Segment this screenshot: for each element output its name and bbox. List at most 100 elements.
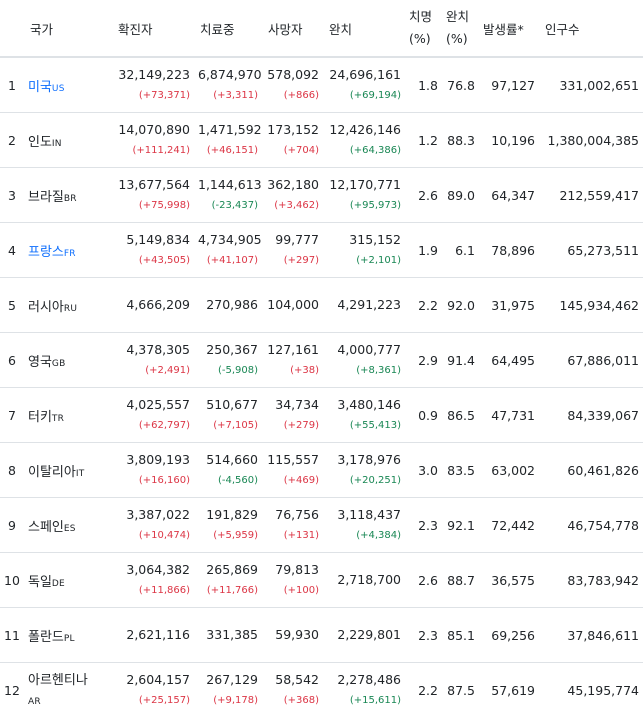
country-cell: 프랑스FR [24,223,112,278]
fatality-rate-header[interactable]: 치명(%) [405,0,442,57]
recovery-rate-cell: 89.0 [442,168,479,223]
recovered-cell: 315,152(+2,101) [323,223,405,278]
active-cell: 4,734,905(+41,107) [194,223,262,278]
table-row: 6영국GB4,378,305(+2,491)250,367(-5,908)127… [0,333,643,388]
recovery-rate-cell: 88.7 [442,553,479,608]
recovered-cell: 12,426,146(+64,386) [323,113,405,168]
rank-number: 12 [4,683,20,698]
recovered-cell-change: (+69,194) [327,86,401,106]
country-name: 아르헨티나 [28,673,88,688]
active-cell: 510,677(+7,105) [194,388,262,443]
population-value: 331,002,651 [559,78,639,93]
deaths-cell-change: (+279) [266,416,319,436]
recovered-cell-value: 4,291,223 [327,294,401,316]
confirmed-cell-value: 4,378,305 [116,339,190,361]
country-code[interactable]: US [52,84,65,94]
recovered-header[interactable]: 완치 [323,0,405,57]
recovery-rate-value: 6.1 [455,243,475,258]
active-cell-value: 265,869 [198,559,258,581]
confirmed-cell-change: (+75,998) [116,196,190,216]
deaths-cell-change: (+3,462) [266,196,319,216]
deaths-cell-change: (+469) [266,471,319,491]
confirmed-cell-change: (+10,474) [116,526,190,546]
recovered-cell-value: 12,426,146 [327,119,401,141]
deaths-header[interactable]: 사망자 [262,0,323,57]
active-header[interactable]: 치료중 [194,0,262,57]
country-cell: 이탈리아IT [24,443,112,498]
deaths-cell-value: 362,180 [266,174,319,196]
deaths-cell-value: 59,930 [266,624,319,646]
deaths-cell-change: (+38) [266,361,319,381]
deaths-cell: 362,180(+3,462) [262,168,323,223]
active-cell-value: 331,385 [198,624,258,646]
confirmed-cell: 3,064,382(+11,866) [112,553,194,608]
recovered-cell: 2,229,801 [323,608,405,663]
country-header[interactable]: 국가 [24,0,112,57]
recovery-rate-value: 92.1 [447,518,475,533]
fatality-rate-cell: 2.2 [405,278,442,333]
incidence-value: 69,256 [491,628,535,643]
deaths-cell-change: (+368) [266,691,319,711]
recovery-rate-cell: 92.0 [442,278,479,333]
recovered-cell: 3,178,976(+20,251) [323,443,405,498]
fatality-rate-value: 2.6 [418,573,438,588]
confirmed-cell: 2,621,116 [112,608,194,663]
recovery-rate-value: 89.0 [447,188,475,203]
active-cell-change: (+11,766) [198,581,258,601]
country-code: TR [52,414,64,424]
deaths-cell-value: 76,756 [266,504,319,526]
population-cell: 65,273,511 [539,223,643,278]
country-code[interactable]: FR [64,249,76,259]
incidence-cell: 47,731 [479,388,539,443]
recovery-rate-value: 92.0 [447,298,475,313]
recovery-rate-cell: 76.8 [442,57,479,113]
active-cell-change: (+9,178) [198,691,258,711]
confirmed-cell-change: (+11,866) [116,581,190,601]
table-row: 9스페인ES3,387,022(+10,474)191,829(+5,959)7… [0,498,643,553]
incidence-cell: 64,495 [479,333,539,388]
population-header[interactable]: 인구수 [539,0,643,57]
rank-number: 4 [8,243,16,258]
header-row: 국가 확진자 치료중 사망자 완치 치명(%) 완치(%) 발생률* 인구수 [0,0,643,57]
confirmed-cell-value: 2,604,157 [116,669,190,691]
population-cell: 83,783,942 [539,553,643,608]
deaths-cell: 173,152(+704) [262,113,323,168]
country-code: ES [64,524,76,534]
country-cell: 영국GB [24,333,112,388]
country-name[interactable]: 미국 [28,80,52,95]
population-cell: 331,002,651 [539,57,643,113]
deaths-cell: 59,930 [262,608,323,663]
confirmed-cell: 2,604,157(+25,157) [112,663,194,717]
recovery-rate-value: 91.4 [447,353,475,368]
confirmed-cell-change: (+16,160) [116,471,190,491]
country-cell: 아르헨티나AR [24,663,112,717]
confirmed-header[interactable]: 확진자 [112,0,194,57]
deaths-cell: 99,777(+297) [262,223,323,278]
fatality-rate-value: 1.2 [418,133,438,148]
confirmed-cell-value: 5,149,834 [116,229,190,251]
confirmed-cell: 13,677,564(+75,998) [112,168,194,223]
recovered-cell-change: (+64,386) [327,141,401,161]
covid-country-table: 국가 확진자 치료중 사망자 완치 치명(%) 완치(%) 발생률* 인구수 1… [0,0,643,717]
population-value: 67,886,011 [567,353,639,368]
recovered-cell: 2,278,486(+15,611) [323,663,405,717]
deaths-cell: 115,557(+469) [262,443,323,498]
confirmed-cell: 5,149,834(+43,505) [112,223,194,278]
recovery-rate-cell: 6.1 [442,223,479,278]
fatality-rate-value: 0.9 [418,408,438,423]
table-row: 8이탈리아IT3,809,193(+16,160)514,660(-4,560)… [0,443,643,498]
incidence-header[interactable]: 발생률* [479,0,539,57]
country-name: 터키 [28,410,52,425]
country-name: 폴란드 [28,630,64,645]
country-name: 인도 [28,135,52,150]
confirmed-cell-value: 3,387,022 [116,504,190,526]
country-name[interactable]: 프랑스 [28,245,64,260]
recovery-rate-value: 86.5 [447,408,475,423]
country-code: PL [64,634,75,644]
population-value: 60,461,826 [567,463,639,478]
recovery-rate-header[interactable]: 완치(%) [442,0,479,57]
deaths-cell-value: 578,092 [266,64,319,86]
population-cell: 145,934,462 [539,278,643,333]
active-cell-value: 514,660 [198,449,258,471]
rank-number: 5 [8,298,16,313]
